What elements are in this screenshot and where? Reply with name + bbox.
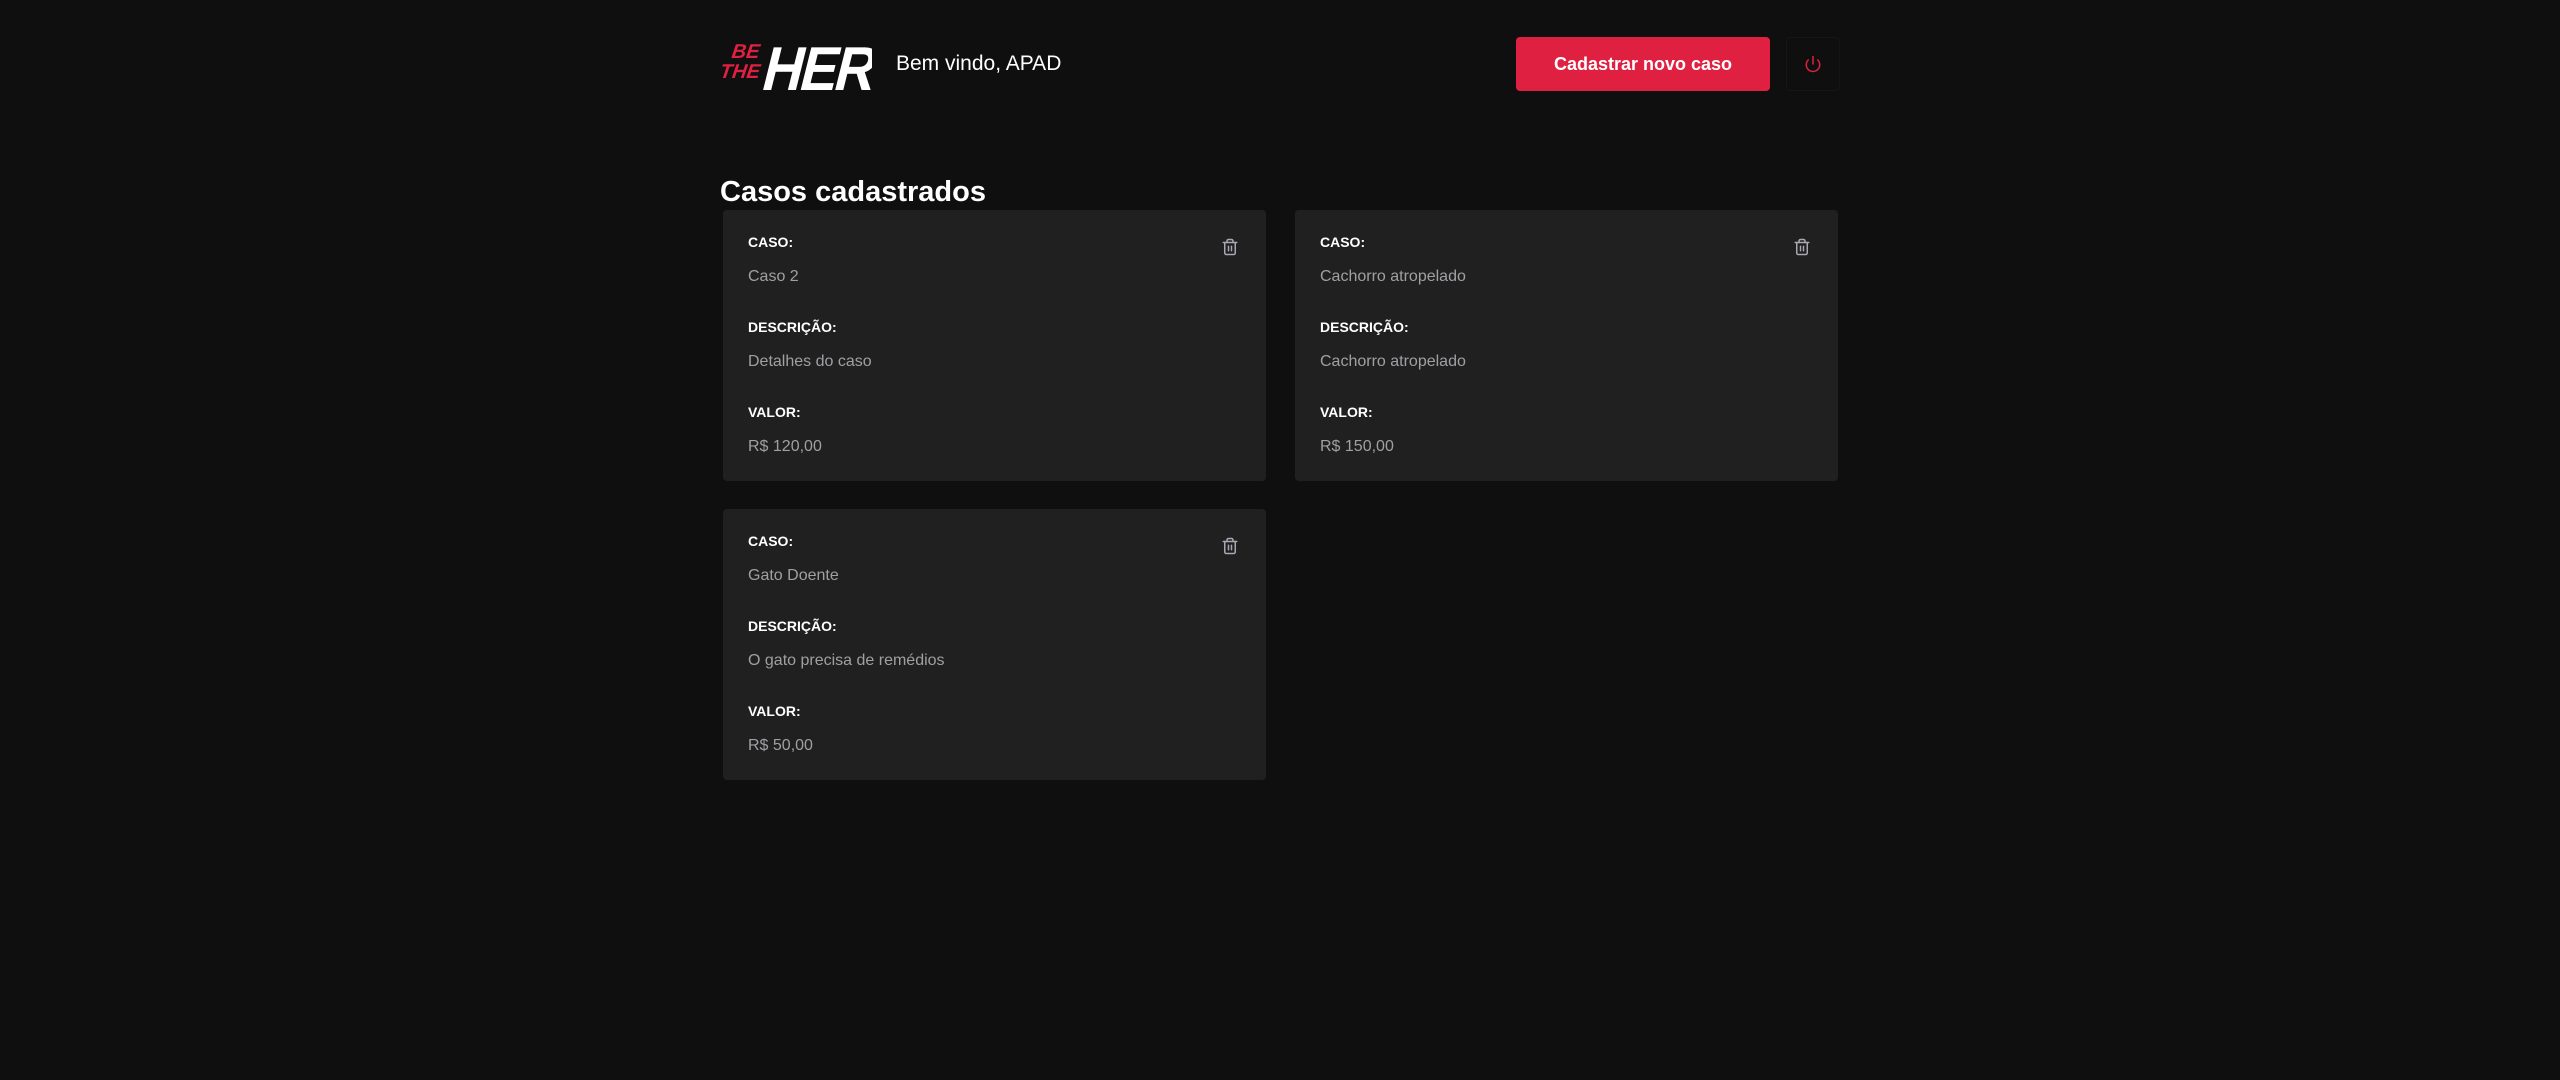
case-label: CASO: xyxy=(1320,234,1366,250)
case-value: R$ 50,00 xyxy=(748,737,813,754)
trash-icon xyxy=(1222,238,1238,256)
delete-case-button[interactable] xyxy=(1792,236,1812,258)
svg-text:BE: BE xyxy=(730,41,761,63)
case-card: CASO: Caso 2 DESCRIÇÃO: Detalhes do caso… xyxy=(723,210,1266,481)
value-label: VALOR: xyxy=(1320,404,1373,420)
power-icon xyxy=(1805,55,1821,73)
case-label: CASO: xyxy=(748,533,794,549)
header: BE THE HERO Bem vindo, APAD Cadastrar no… xyxy=(720,30,1840,98)
trash-icon xyxy=(1794,238,1810,256)
case-card: CASO: Gato Doente DESCRIÇÃO: O gato prec… xyxy=(723,509,1266,780)
new-case-button[interactable]: Cadastrar novo caso xyxy=(1516,37,1770,91)
welcome-text: Bem vindo, APAD xyxy=(896,52,1062,75)
case-description: Cachorro atropelado xyxy=(1320,353,1466,370)
description-label: DESCRIÇÃO: xyxy=(748,319,837,335)
case-description: O gato precisa de remédios xyxy=(748,652,945,669)
value-label: VALOR: xyxy=(748,703,801,719)
svg-text:HERO: HERO xyxy=(756,34,872,98)
case-value: R$ 150,00 xyxy=(1320,438,1394,455)
case-title: Cachorro atropelado xyxy=(1320,268,1466,285)
svg-text:THE: THE xyxy=(720,61,762,83)
case-card: CASO: Cachorro atropelado DESCRIÇÃO: Cac… xyxy=(1295,210,1838,481)
delete-case-button[interactable] xyxy=(1220,535,1240,557)
be-the-hero-logo: BE THE HERO xyxy=(720,34,872,98)
case-title: Gato Doente xyxy=(748,567,839,584)
page-title: Casos cadastrados xyxy=(720,176,986,208)
case-label: CASO: xyxy=(748,234,794,250)
description-label: DESCRIÇÃO: xyxy=(748,618,837,634)
case-title: Caso 2 xyxy=(748,268,799,285)
logout-button[interactable] xyxy=(1786,37,1840,91)
case-description: Detalhes do caso xyxy=(748,353,872,370)
case-value: R$ 120,00 xyxy=(748,438,822,455)
trash-icon xyxy=(1222,537,1238,555)
description-label: DESCRIÇÃO: xyxy=(1320,319,1409,335)
delete-case-button[interactable] xyxy=(1220,236,1240,258)
case-list: CASO: Caso 2 DESCRIÇÃO: Detalhes do caso… xyxy=(723,210,1838,780)
value-label: VALOR: xyxy=(748,404,801,420)
page: BE THE HERO Bem vindo, APAD Cadastrar no… xyxy=(720,0,1840,780)
logo: BE THE HERO xyxy=(720,30,872,98)
